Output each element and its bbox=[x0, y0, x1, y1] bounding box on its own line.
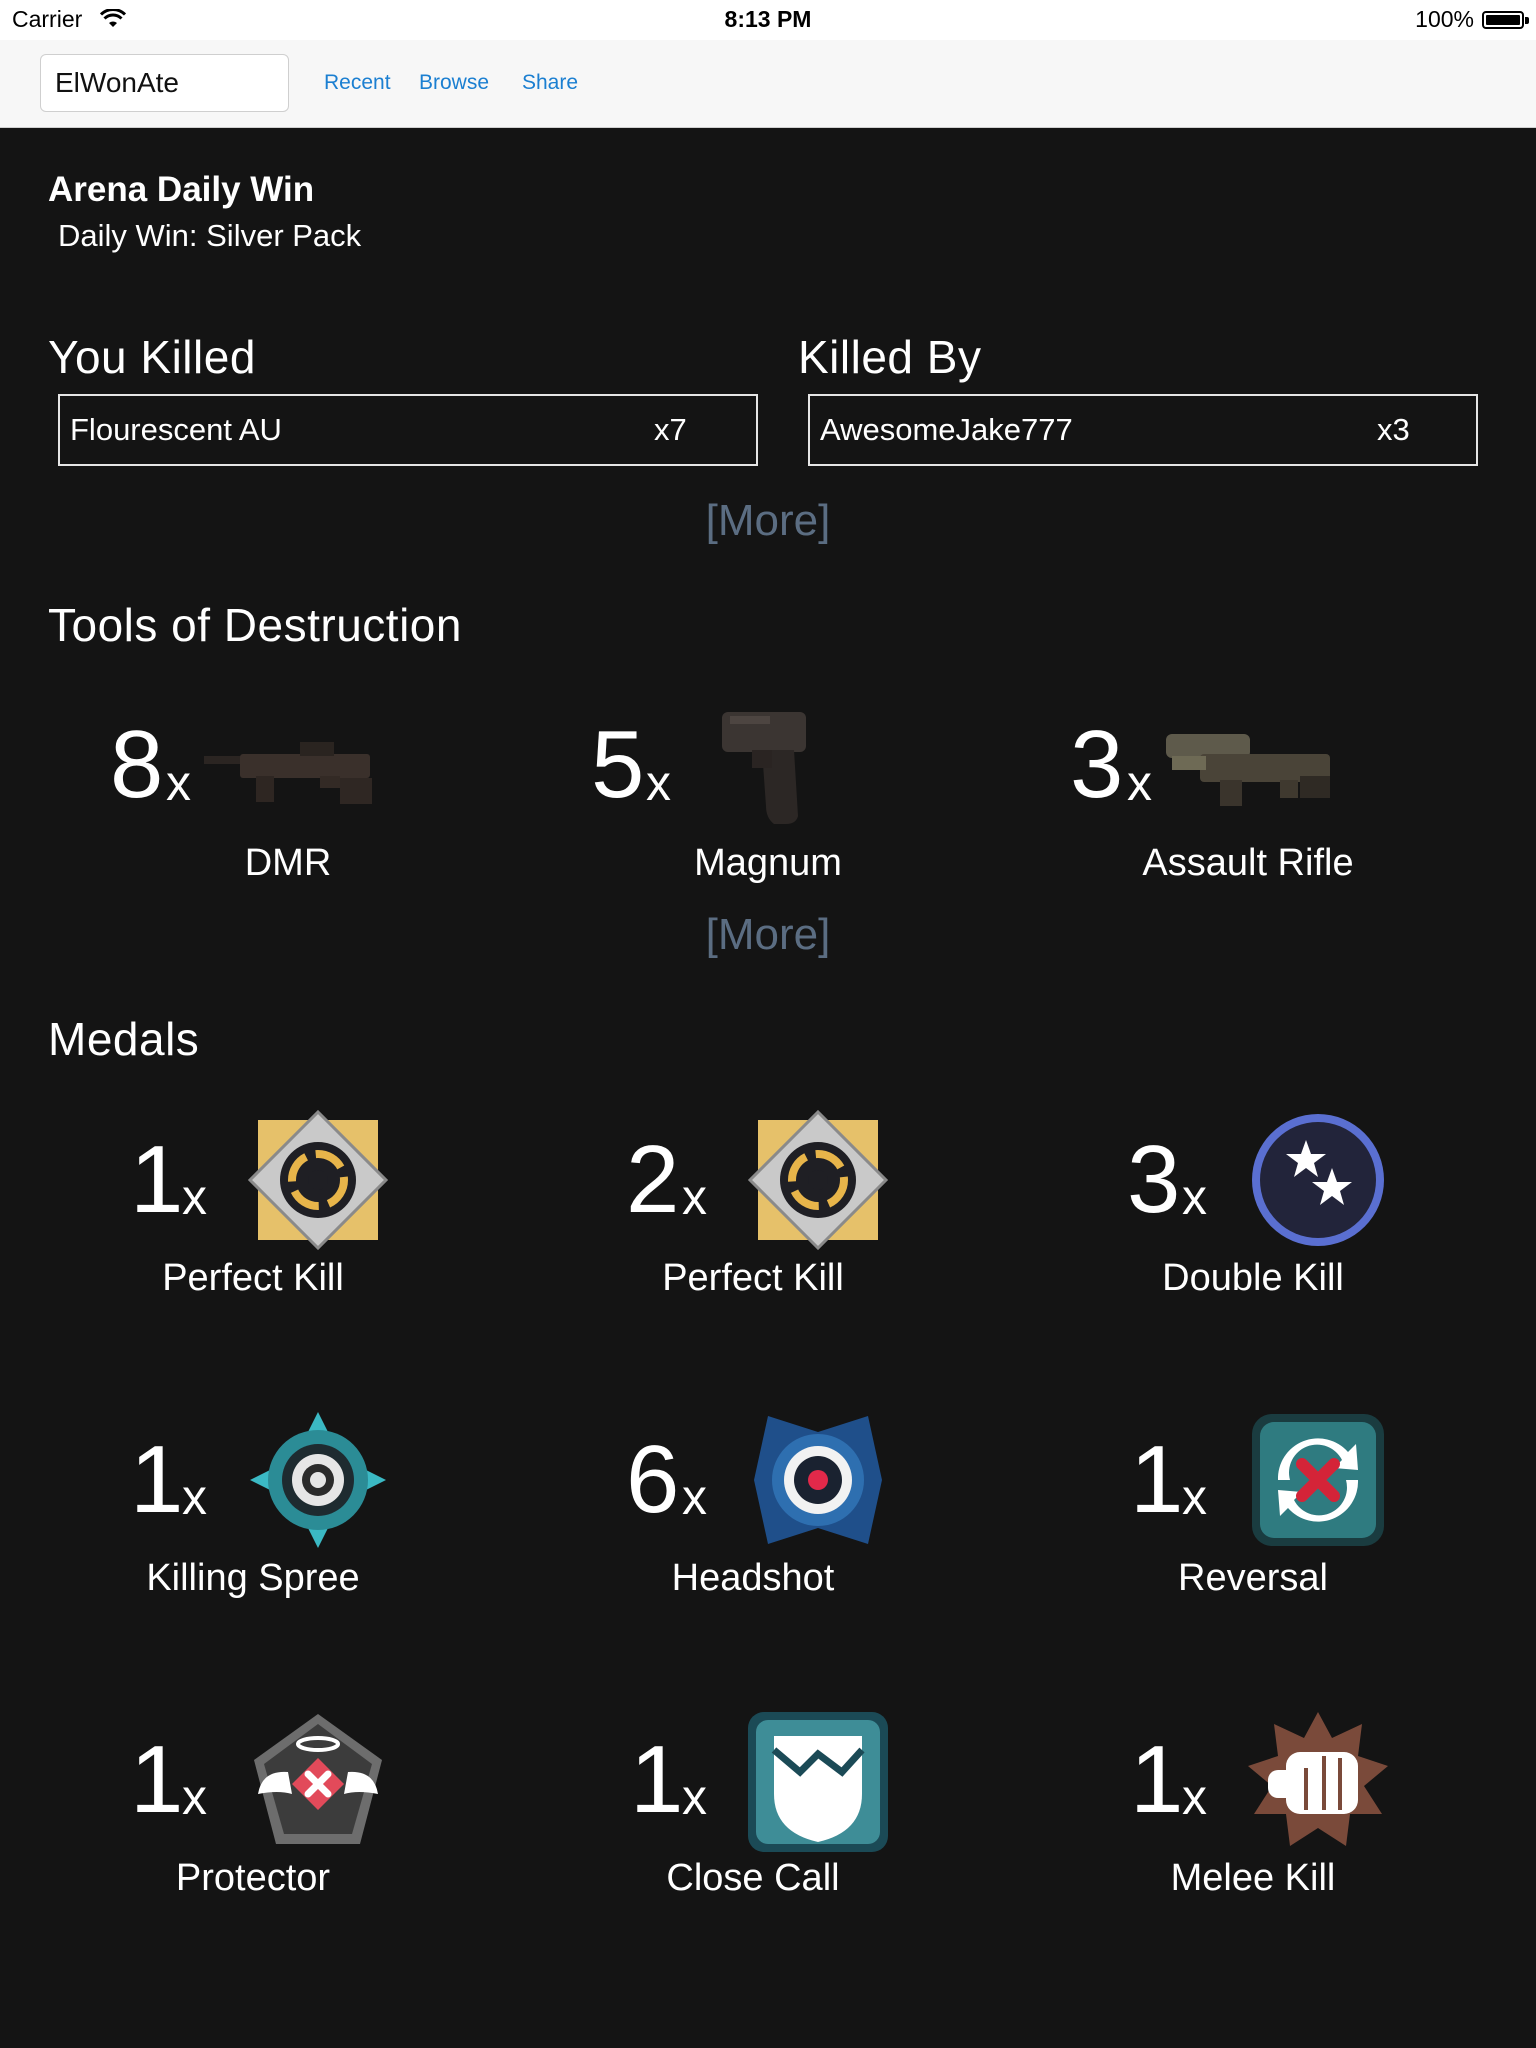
medal-count-suffix: x bbox=[1182, 1769, 1207, 1825]
medal-name: Melee Kill bbox=[1170, 1857, 1336, 1899]
weapon-count-suffix: x bbox=[166, 755, 191, 811]
medal-count-suffix: x bbox=[182, 1769, 207, 1825]
weapon-count: 5 bbox=[591, 711, 645, 818]
medal-count-suffix: x bbox=[182, 1169, 207, 1225]
medal-name: Protector bbox=[175, 1857, 331, 1899]
perfect-kill-medal-icon bbox=[248, 1110, 388, 1250]
killed-by-heading: Killed By bbox=[798, 331, 982, 383]
share-link[interactable]: Share bbox=[522, 71, 578, 95]
medal-count-suffix: x bbox=[1182, 1169, 1207, 1225]
battery-percent: 100% bbox=[1415, 6, 1474, 32]
medals-heading: Medals bbox=[48, 1013, 200, 1065]
medal-count: 3 bbox=[1127, 1126, 1181, 1233]
medal-count: 6 bbox=[626, 1426, 680, 1533]
headshot-medal-icon bbox=[754, 1416, 882, 1544]
medal-count: 1 bbox=[630, 1726, 684, 1833]
medal-count: 1 bbox=[1130, 1726, 1184, 1833]
battery-tip bbox=[1525, 17, 1529, 24]
more-weapons-link[interactable]: [More] bbox=[0, 910, 1536, 960]
killed-by-row[interactable]: AwesomeJake777 x3 bbox=[808, 394, 1478, 466]
assault-rifle-weapon-icon bbox=[1166, 734, 1330, 806]
dmr-weapon-icon bbox=[204, 742, 372, 804]
clock: 8:13 PM bbox=[724, 6, 812, 32]
event-subtitle: Daily Win: Silver Pack bbox=[58, 218, 362, 253]
weapon-count: 3 bbox=[1070, 711, 1124, 818]
medal-name: Close Call bbox=[666, 1857, 840, 1899]
victim-count: x7 bbox=[654, 412, 687, 447]
browse-link[interactable]: Browse bbox=[419, 71, 489, 95]
medal-count-suffix: x bbox=[682, 1169, 707, 1225]
gamertag-input[interactable]: ElWonAte bbox=[40, 54, 289, 112]
medal-count-suffix: x bbox=[682, 1769, 707, 1825]
medal-name: Headshot bbox=[671, 1557, 835, 1599]
tools-heading: Tools of Destruction bbox=[48, 599, 462, 651]
medal-count-suffix: x bbox=[182, 1469, 207, 1525]
medal-count: 1 bbox=[130, 1726, 184, 1833]
killing-spree-medal-icon bbox=[250, 1412, 386, 1548]
perfect-kill-medal-icon bbox=[748, 1110, 888, 1250]
recent-link[interactable]: Recent bbox=[324, 71, 391, 95]
event-title: Arena Daily Win bbox=[48, 170, 315, 209]
medal-count: 1 bbox=[1130, 1426, 1184, 1533]
killer-name: AwesomeJake777 bbox=[820, 412, 1073, 447]
weapon-name: Assault Rifle bbox=[1142, 842, 1354, 884]
melee-kill-medal-icon bbox=[1248, 1712, 1388, 1846]
battery-icon bbox=[1482, 11, 1524, 29]
close-call-medal-icon bbox=[748, 1712, 888, 1852]
medal-name: Killing Spree bbox=[146, 1557, 360, 1599]
medal-name: Perfect Kill bbox=[662, 1257, 844, 1299]
medal-count-suffix: x bbox=[682, 1469, 707, 1525]
reversal-medal-icon bbox=[1252, 1414, 1384, 1546]
killer-count: x3 bbox=[1377, 412, 1410, 447]
protector-medal-icon bbox=[254, 1714, 382, 1844]
weapon-count-suffix: x bbox=[646, 755, 671, 811]
medal-count-suffix: x bbox=[1182, 1469, 1207, 1525]
double-kill-medal-icon bbox=[1252, 1114, 1384, 1246]
you-killed-heading: You Killed bbox=[48, 331, 256, 383]
medal-count: 1 bbox=[130, 1126, 184, 1233]
medal-count: 1 bbox=[130, 1426, 184, 1533]
weapon-count-suffix: x bbox=[1127, 755, 1152, 811]
more-kills-link[interactable]: [More] bbox=[0, 496, 1536, 546]
weapon-count: 8 bbox=[110, 711, 164, 818]
medal-count: 2 bbox=[626, 1126, 680, 1233]
medal-name: Reversal bbox=[1178, 1557, 1328, 1599]
weapon-name: Magnum bbox=[694, 842, 842, 884]
weapon-name: DMR bbox=[244, 842, 332, 884]
medal-name: Perfect Kill bbox=[162, 1257, 344, 1299]
medal-name: Double Kill bbox=[1162, 1257, 1344, 1299]
magnum-weapon-icon bbox=[722, 712, 806, 824]
victim-name: Flourescent AU bbox=[70, 412, 282, 447]
nav-bar: ElWonAte Recent Browse Share bbox=[0, 40, 1536, 128]
you-killed-row[interactable]: Flourescent AU x7 bbox=[58, 394, 758, 466]
status-bar: Carrier 8:13 PM 100% bbox=[0, 0, 1536, 40]
